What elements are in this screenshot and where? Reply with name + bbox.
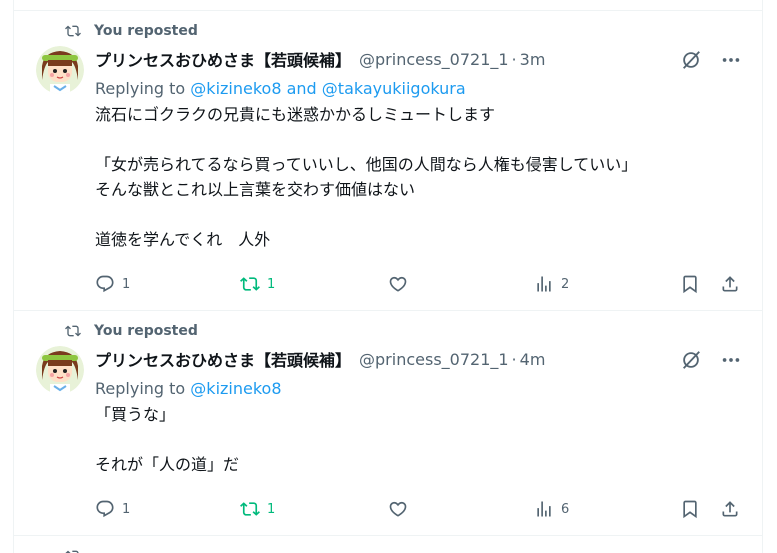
share-button[interactable]	[720, 274, 740, 294]
reply-icon	[96, 500, 114, 518]
separator-dot: ·	[511, 349, 517, 369]
tweet-header: プリンセスおひめさま【若頭候補】 @princess_0721_1 · 4m	[95, 347, 746, 371]
bookmark-button[interactable]	[680, 499, 700, 519]
repost-icon	[64, 547, 86, 553]
replying-to: Replying to @kizineko8	[95, 377, 746, 401]
tweet-text-blank	[95, 202, 746, 227]
repost-icon	[240, 277, 260, 291]
reply-count: 1	[122, 276, 131, 292]
repost-count: 1	[267, 501, 276, 517]
repost-button[interactable]: 1	[240, 274, 275, 294]
tweet-text-line: 「女が売られてるなら買っていいし、他国の人間なら人権も侵害していい」	[95, 155, 638, 174]
reply-count: 1	[122, 501, 131, 517]
views-count: 2	[561, 276, 570, 292]
mention-link[interactable]: @kizineko8	[190, 379, 281, 398]
handle[interactable]: @princess_0721_1	[359, 350, 509, 369]
tweet-header: プリンセスおひめさま【若頭候補】 @princess_0721_1 · 3m	[95, 47, 746, 71]
tweet-text: 「買うな」 それが「人の道」だ	[95, 402, 746, 477]
repost-label: You reposted	[94, 23, 198, 39]
display-name[interactable]: プリンセスおひめさま【若頭候補】	[95, 47, 351, 71]
views-button[interactable]: 2	[534, 274, 569, 294]
display-name[interactable]: プリンセスおひめさま【若頭候補】	[95, 347, 351, 371]
tweet[interactable]: You reposted プリンセスおひめさま【若頭候補】 @princess_…	[14, 311, 762, 536]
repost-icon	[240, 502, 260, 516]
reply-button[interactable]: 1	[95, 499, 130, 519]
bookmark-icon	[683, 275, 697, 294]
like-button[interactable]	[388, 274, 415, 294]
tweet[interactable]: You reposted プリンセスおひめさま【若頭候補】 @princess_…	[14, 11, 762, 311]
grok-icon[interactable]	[680, 349, 702, 371]
heart-icon	[389, 276, 407, 292]
tweet-text-blank	[95, 127, 746, 152]
avatar[interactable]	[36, 346, 84, 394]
tweet-text-line: そんな獣とこれ以上言葉を交わす価値はない	[95, 180, 416, 199]
share-icon	[722, 501, 738, 517]
repost-icon	[64, 22, 86, 40]
tweet-text-line: 「買うな」	[95, 405, 176, 424]
avatar[interactable]	[36, 46, 84, 94]
tweet-text-line: 流石にゴクラクの兄貴にも迷惑かかるしミュートします	[95, 105, 496, 124]
more-icon[interactable]	[720, 349, 742, 371]
tweet-text-line: 道徳を学んでくれ 人外	[95, 230, 271, 249]
repost-button[interactable]: 1	[240, 499, 275, 519]
more-icon[interactable]	[720, 49, 742, 71]
heart-icon	[389, 501, 407, 517]
tweet-text-blank	[95, 427, 746, 452]
tweet-text: 流石にゴクラクの兄貴にも迷惑かかるしミュートします 「女が売られてるなら買ってい…	[95, 102, 746, 252]
reply-icon	[96, 275, 114, 293]
separator-dot: ·	[511, 49, 517, 69]
action-bar: 1 1 2	[95, 272, 746, 296]
tweet-content: プリンセスおひめさま【若頭候補】 @princess_0721_1 · 4m R…	[95, 347, 746, 477]
replying-to: Replying to @kizineko8 and @takayukiigok…	[95, 77, 746, 101]
repost-indicator: You reposted	[64, 322, 198, 340]
views-icon	[537, 276, 551, 292]
views-icon	[537, 501, 551, 517]
bookmark-button[interactable]	[680, 274, 700, 294]
tweet-partial[interactable]	[14, 536, 762, 553]
replying-prefix: Replying to	[95, 79, 186, 98]
tweet-text-line: それが「人の道」だ	[95, 455, 240, 474]
share-button[interactable]	[720, 499, 740, 519]
reply-button[interactable]: 1	[95, 274, 130, 294]
like-button[interactable]	[388, 499, 415, 519]
views-count: 6	[561, 501, 570, 517]
repost-indicator: You reposted	[64, 22, 198, 40]
mention-link[interactable]: @takayukiigokura	[322, 79, 466, 98]
timeline: You reposted プリンセスおひめさま【若頭候補】 @princess_…	[13, 0, 763, 553]
bookmark-icon	[683, 500, 697, 519]
timestamp[interactable]: 4m	[520, 350, 546, 369]
timestamp[interactable]: 3m	[520, 50, 546, 69]
tweet-content: プリンセスおひめさま【若頭候補】 @princess_0721_1 · 3m R…	[95, 47, 746, 252]
replying-prefix: Replying to	[95, 379, 186, 398]
repost-indicator	[64, 547, 94, 553]
repost-label: You reposted	[94, 323, 198, 339]
replying-joiner: and	[286, 79, 317, 98]
views-button[interactable]: 6	[534, 499, 569, 519]
repost-icon	[64, 322, 86, 340]
action-bar: 1 1 6	[95, 497, 746, 521]
share-icon	[722, 276, 738, 292]
repost-count: 1	[267, 276, 276, 292]
mention-link[interactable]: @kizineko8	[190, 79, 281, 98]
grok-icon[interactable]	[680, 49, 702, 71]
handle[interactable]: @princess_0721_1	[359, 50, 509, 69]
